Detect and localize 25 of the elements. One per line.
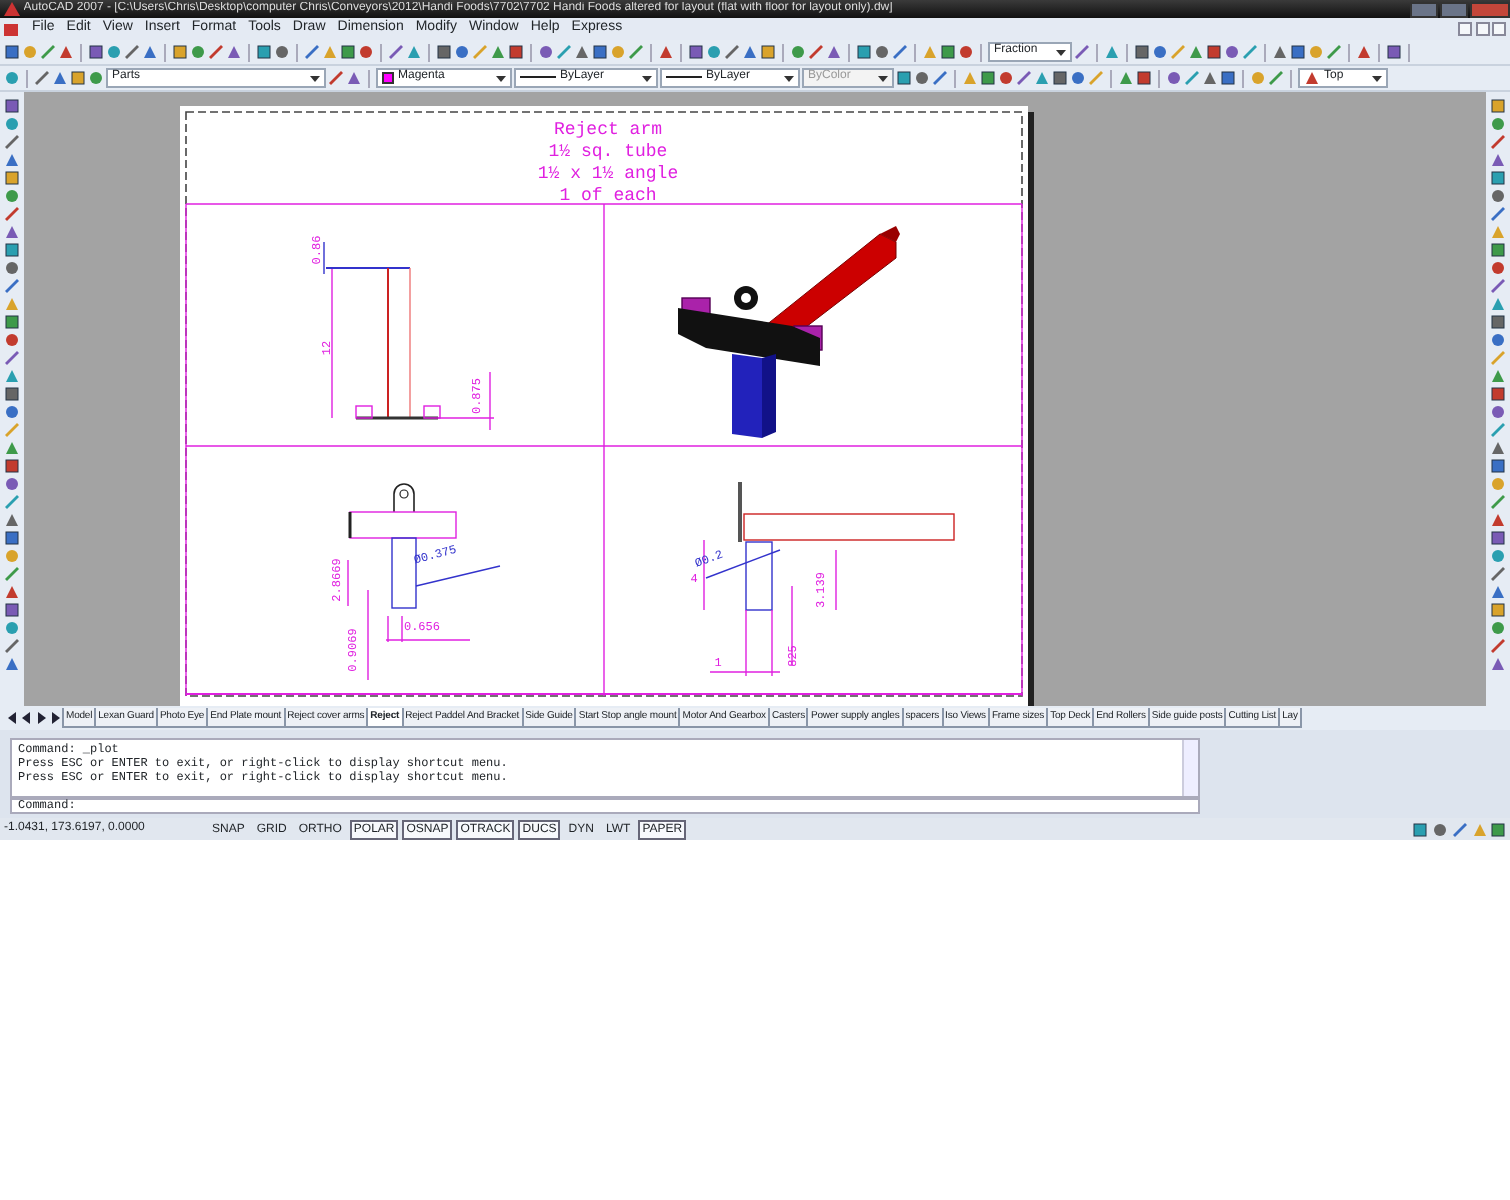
caret-icon <box>784 73 794 83</box>
scrollbar[interactable] <box>1182 740 1198 796</box>
view-cube-icon[interactable] <box>1304 70 1320 86</box>
drawing-title-text: Reject arm <box>554 120 662 140</box>
caret-icon <box>1056 47 1066 57</box>
minimize-button[interactable] <box>1457 22 1472 36</box>
caret-icon <box>878 73 888 83</box>
restore-button[interactable] <box>1475 22 1489 36</box>
drawing-title-text: 1½ x 1½ angle <box>537 164 679 184</box>
document-icon[interactable] <box>4 21 20 37</box>
next-tab-button[interactable] <box>34 710 48 726</box>
minimize-button[interactable] <box>1410 1 1438 17</box>
color-swatch-icon <box>382 72 394 84</box>
close-button[interactable] <box>1470 1 1510 17</box>
caret-icon <box>1372 73 1382 83</box>
drawing-title-text: 1 of each <box>559 186 657 206</box>
caret-icon <box>310 73 320 83</box>
previous-tab-button[interactable] <box>20 710 34 726</box>
caret-icon <box>496 73 506 83</box>
close-button[interactable] <box>1492 22 1507 36</box>
drawing-title-text: 1½ sq. tube <box>548 142 668 162</box>
linetype-sample-icon <box>666 76 702 80</box>
linetype-sample-icon <box>520 76 556 80</box>
caret-icon <box>642 73 652 83</box>
maximize-button[interactable] <box>1440 1 1468 17</box>
